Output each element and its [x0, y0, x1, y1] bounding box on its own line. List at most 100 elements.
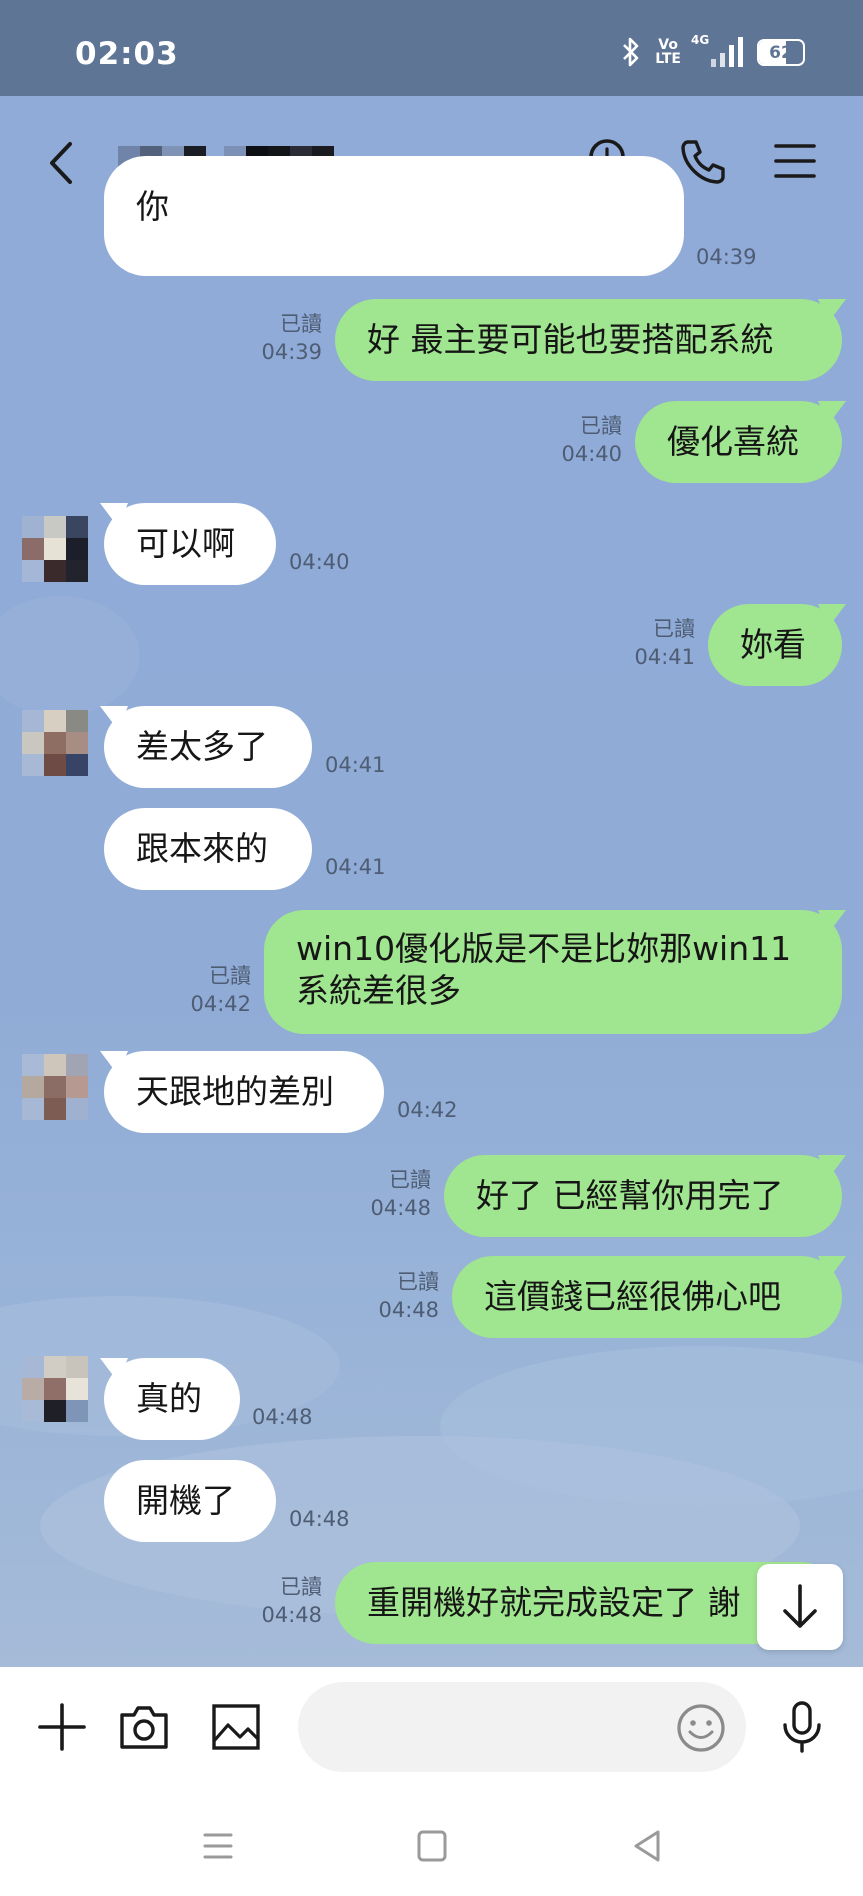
message-bubble-incoming[interactable]: 天跟地的差別 [100, 1051, 384, 1133]
message-time: 04:39 [696, 245, 757, 269]
message-read-meta: 已讀 04:39 [261, 310, 322, 366]
scroll-to-bottom-button[interactable] [757, 1564, 843, 1650]
recents-menu-icon [203, 1833, 233, 1859]
back-triangle-icon [634, 1830, 660, 1862]
message-read-meta: 已讀 04:42 [190, 962, 251, 1018]
message-text: 這價錢已經很佛心吧 [484, 1277, 781, 1316]
bubble-tail [818, 299, 846, 323]
contact-avatar[interactable] [22, 710, 88, 776]
arrow-down-icon [783, 1584, 817, 1628]
add-button[interactable] [32, 1697, 92, 1757]
message-time: 04:41 [325, 855, 386, 879]
message-text: 你 [136, 187, 169, 226]
status-bar: 02:03 Vo LTE 4G 62 [0, 0, 863, 96]
emoji-button[interactable] [674, 1701, 728, 1755]
message-read-meta: 已讀 04:48 [261, 1573, 322, 1629]
voice-button[interactable] [772, 1697, 832, 1757]
read-label: 已讀 [389, 1168, 431, 1192]
bubble-tail [818, 1155, 846, 1179]
bubble-tail [818, 401, 846, 425]
message-text: 好了 已經幫你用完了 [476, 1176, 784, 1215]
message-text: 真的 [136, 1379, 202, 1418]
message-time: 04:42 [397, 1098, 458, 1122]
message-time: 04:48 [252, 1405, 313, 1429]
message-bubble-outgoing[interactable]: 優化喜統 [635, 401, 846, 483]
message-bubble-incoming[interactable]: 差太多了 [100, 706, 312, 788]
message-bubble-incoming[interactable]: 跟本來的 [104, 808, 312, 890]
message-text: 跟本來的 [136, 829, 268, 868]
phone-icon [681, 140, 725, 184]
message-bubble-outgoing[interactable]: 好了 已經幫你用完了 [444, 1155, 846, 1237]
volte-top-label: Vo [658, 37, 678, 53]
message-bubble-outgoing[interactable]: 這價錢已經很佛心吧 [452, 1256, 846, 1338]
message-time: 04:40 [561, 442, 622, 466]
message-time: 04:42 [190, 992, 251, 1016]
bubble-tail [100, 706, 128, 730]
message-read-meta: 已讀 04:48 [370, 1166, 431, 1222]
message-read-meta: 已讀 04:41 [634, 615, 695, 671]
message-time: 04:39 [261, 340, 322, 364]
message-text: 差太多了 [136, 727, 268, 766]
gallery-button[interactable] [206, 1697, 266, 1757]
message-time: 04:48 [261, 1603, 322, 1627]
message-time: 04:40 [289, 550, 350, 574]
message-bubble-outgoing[interactable]: win10優化版是不是比妳那win11 系統差很多 [264, 910, 846, 1034]
battery-icon: 62 [757, 38, 805, 66]
status-time: 02:03 [75, 36, 179, 72]
bubble-tail [100, 1358, 128, 1382]
message-text-line2: 系統差很多 [296, 971, 461, 1010]
mic-icon [783, 1701, 821, 1753]
message-read-meta: 已讀 04:40 [561, 412, 622, 468]
message-bubble-incoming[interactable]: 開機了 [104, 1460, 276, 1542]
call-button[interactable] [676, 134, 730, 188]
menu-button[interactable] [768, 134, 822, 188]
contact-avatar[interactable] [22, 516, 88, 582]
contact-avatar[interactable] [22, 1054, 88, 1120]
network-type: 4G [691, 33, 710, 47]
message-text: 天跟地的差別 [136, 1072, 334, 1111]
read-label: 已讀 [653, 617, 695, 641]
read-label: 已讀 [280, 1575, 322, 1599]
volte-bottom-label: LTE [655, 51, 681, 67]
volte-indicator: Vo LTE [655, 38, 681, 66]
message-bubble-outgoing[interactable]: 好 最主要可能也要搭配系統 [335, 299, 846, 381]
system-nav-bar [0, 1797, 863, 1896]
message-text: 妳看 [740, 625, 806, 664]
message-text: 好 最主要可能也要搭配系統 [367, 320, 774, 359]
battery-percent: 62 [769, 42, 793, 63]
message-time: 04:41 [634, 645, 695, 669]
message-bubble-incoming[interactable]: 真的 [100, 1358, 240, 1440]
system-back-button[interactable] [620, 1819, 674, 1873]
read-label: 已讀 [209, 964, 251, 988]
message-bubble-incoming[interactable]: 你 [104, 156, 684, 276]
back-icon [50, 142, 72, 184]
read-label: 已讀 [280, 312, 322, 336]
message-text: 重開機好就完成設定了 謝 [367, 1583, 741, 1622]
message-bubble-incoming[interactable]: 可以啊 [100, 503, 276, 585]
bubble-tail [100, 1051, 128, 1075]
message-time: 04:48 [378, 1298, 439, 1322]
signal-icon: 4G [691, 33, 743, 67]
message-time: 04:48 [370, 1196, 431, 1220]
message-text: 可以啊 [136, 524, 235, 563]
message-bubble-outgoing[interactable]: 妳看 [708, 604, 846, 686]
message-time: 04:48 [289, 1507, 350, 1531]
bubble-tail [818, 910, 846, 934]
message-text: 優化喜統 [667, 422, 799, 461]
recents-button[interactable] [191, 1819, 245, 1873]
message-read-meta: 已讀 04:48 [378, 1268, 439, 1324]
emoji-icon [677, 1704, 725, 1752]
home-button[interactable] [405, 1819, 459, 1873]
read-label: 已讀 [580, 414, 622, 438]
message-text: 開機了 [136, 1481, 235, 1520]
back-button[interactable] [42, 138, 82, 188]
plus-icon [38, 1703, 86, 1751]
camera-button[interactable] [114, 1697, 174, 1757]
status-icons: Vo LTE 4G 62 [621, 33, 805, 68]
contact-avatar[interactable] [22, 1356, 88, 1422]
bubble-tail [818, 1256, 846, 1280]
bubble-tail [100, 503, 128, 527]
chat-area[interactable]: 你 04:39 好 最主要可能也要搭配系統 已讀 04:39 優化喜統 已讀 0… [0, 96, 863, 1667]
image-icon [212, 1704, 260, 1750]
bubble-tail [818, 604, 846, 628]
